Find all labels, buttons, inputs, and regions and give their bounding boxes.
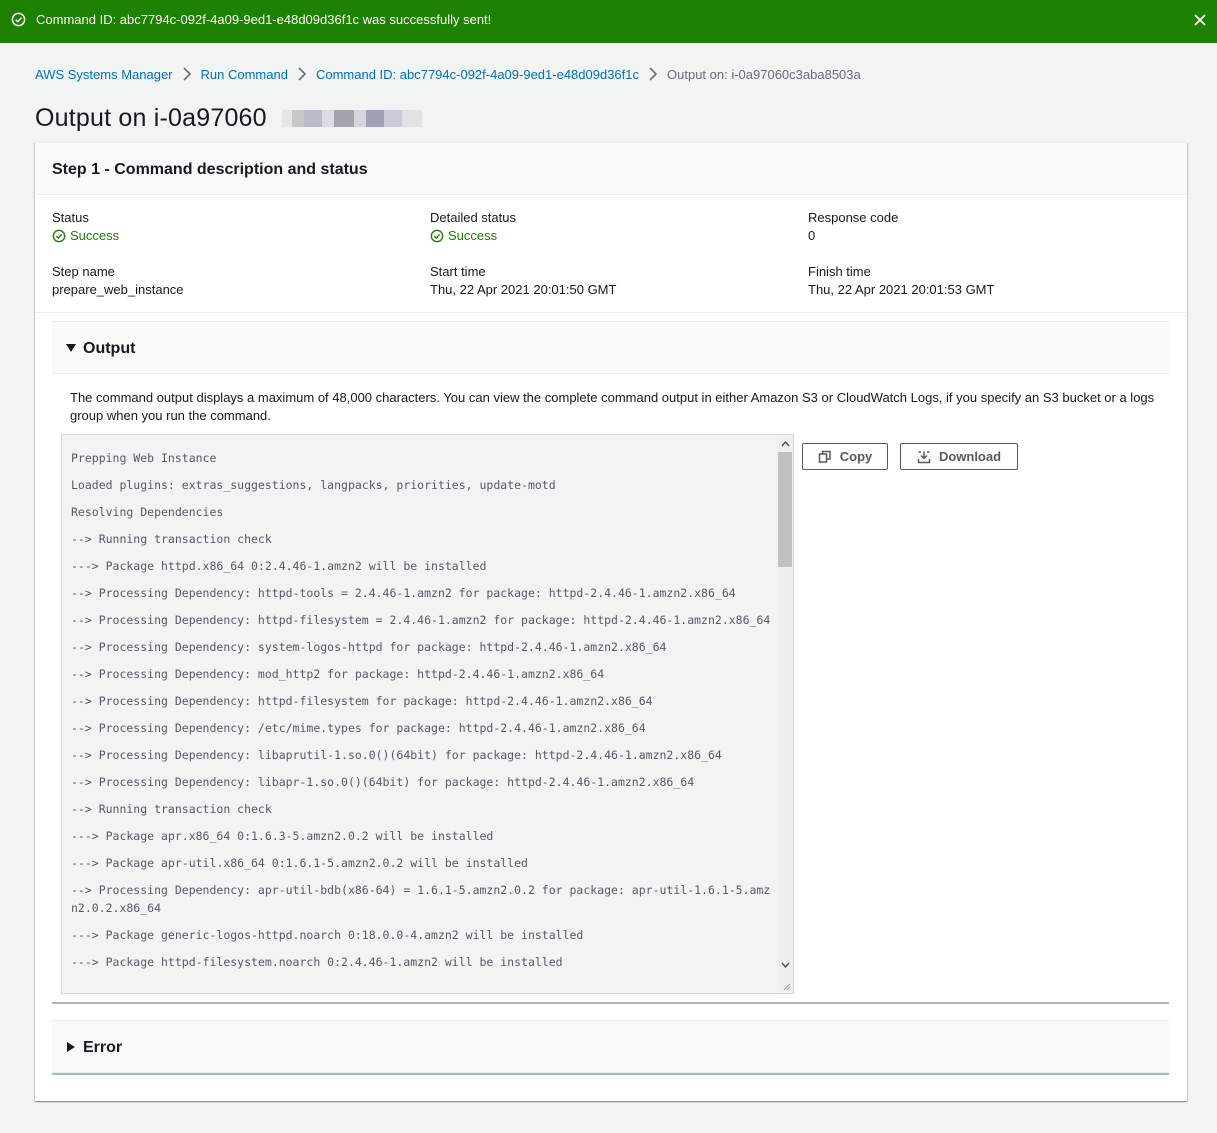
output-console[interactable]: Prepping Web Instance Loaded plugins: ext… bbox=[61, 434, 794, 994]
page-title: Output on i-0a97060 bbox=[35, 104, 267, 132]
error-toggle[interactable]: Error bbox=[52, 1021, 1169, 1073]
console-lines: Prepping Web Instance Loaded plugins: ext… bbox=[71, 449, 771, 980]
console-line: Prepping Web Instance bbox=[71, 451, 217, 465]
step-title: Step 1 - Command description and status bbox=[52, 161, 368, 178]
console-line: Loaded plugins: extras_suggestions, lang… bbox=[71, 478, 556, 492]
console-line: --> Running transaction check bbox=[71, 532, 272, 546]
console-line: ---> Package apr-util.x86_64 0:1.6.1-5.a… bbox=[71, 856, 528, 870]
download-label: Download bbox=[938, 449, 1002, 464]
resize-grip-icon[interactable] bbox=[783, 983, 791, 991]
console-line: --> Processing Dependency: httpd-tools =… bbox=[71, 586, 736, 600]
step-name-field: Step name prepare_web_instance bbox=[52, 263, 184, 298]
download-button[interactable]: Download bbox=[900, 443, 1018, 470]
check-circle-icon bbox=[430, 229, 444, 242]
start-time-field: Start time Thu, 22 Apr 2021 20:01:50 GMT bbox=[430, 263, 616, 298]
detailed-status-text: Success bbox=[448, 228, 498, 243]
error-section: Error bbox=[52, 1020, 1169, 1075]
response-code-label: Response code bbox=[808, 210, 899, 225]
chevron-right-icon bbox=[182, 67, 191, 81]
error-title: Error bbox=[83, 1039, 123, 1056]
flash-message: Command ID: abc7794c-092f-4a09-9ed1-e48d… bbox=[36, 12, 492, 27]
breadcrumb-current: Output on: i-0a97060c3aba8503a bbox=[667, 66, 861, 82]
detailed-status-value: Success bbox=[430, 227, 516, 244]
console-line: --> Processing Dependency: httpd-filesys… bbox=[71, 613, 771, 627]
response-code-field: Response code 0 bbox=[808, 209, 898, 244]
finish-time-value: Thu, 22 Apr 2021 20:01:53 GMT bbox=[808, 282, 995, 297]
scrollbar-thumb[interactable] bbox=[778, 452, 792, 567]
console-line: ---> Package generic-logos-httpd.noarch … bbox=[71, 928, 584, 942]
console-line: --> Processing Dependency: mod_http2 for… bbox=[71, 667, 605, 681]
console-line: ---> Package httpd-filesystem.noarch 0:2… bbox=[71, 955, 563, 969]
check-circle-icon bbox=[52, 229, 66, 242]
console-line: ---> Package httpd.x86_64 0:2.4.46-1.amz… bbox=[71, 559, 487, 573]
redacted-text bbox=[282, 110, 422, 127]
caret-right-icon bbox=[67, 1042, 75, 1052]
copy-label: Copy bbox=[839, 449, 873, 464]
step-name-label: Step name bbox=[52, 264, 115, 279]
chevron-right-icon bbox=[649, 67, 658, 81]
step-header: Step 1 - Command description and status bbox=[35, 143, 1187, 195]
copy-button[interactable]: Copy bbox=[802, 443, 888, 470]
console-line: ---> Package apr.x86_64 0:1.6.3-5.amzn2.… bbox=[71, 829, 494, 843]
start-time-label: Start time bbox=[430, 264, 486, 279]
scrollbar[interactable] bbox=[777, 435, 793, 993]
breadcrumb-run-command[interactable]: Run Command bbox=[201, 67, 288, 82]
output-note: The command output displays a maximum of… bbox=[70, 390, 1155, 423]
console-line: --> Processing Dependency: httpd-filesys… bbox=[71, 694, 653, 708]
console-line: --> Processing Dependency: libaprutil-1.… bbox=[71, 748, 722, 762]
console-line: --> Processing Dependency: apr-util-bdb(… bbox=[71, 883, 771, 915]
breadcrumb-command-id[interactable]: Command ID: abc7794c-092f-4a09-9ed1-e48d… bbox=[316, 67, 639, 82]
chevron-right-icon bbox=[298, 67, 307, 81]
success-flash-banner: Command ID: abc7794c-092f-4a09-9ed1-e48d… bbox=[0, 0, 1217, 43]
detailed-status-field: Detailed status Success bbox=[430, 209, 516, 244]
output-toggle[interactable]: Output bbox=[52, 322, 1169, 374]
status-text: Success bbox=[70, 228, 120, 243]
console-line: --> Processing Dependency: /etc/mime.typ… bbox=[71, 721, 646, 735]
status-label: Status bbox=[52, 210, 89, 225]
section-divider bbox=[35, 312, 1187, 313]
step-container: Step 1 - Command description and status … bbox=[35, 142, 1187, 1101]
console-line: --> Processing Dependency: system-logos-… bbox=[71, 640, 667, 654]
caret-down-icon bbox=[66, 344, 76, 352]
check-circle-icon bbox=[11, 12, 26, 27]
console-line: Resolving Dependencies bbox=[71, 505, 224, 519]
close-icon[interactable] bbox=[1192, 12, 1208, 28]
console-line: --> Running transaction check bbox=[71, 802, 272, 816]
breadcrumb: AWS Systems Manager Run Command Command … bbox=[35, 65, 861, 83]
step-name-value: prepare_web_instance bbox=[52, 282, 184, 297]
copy-icon bbox=[818, 450, 831, 463]
scroll-up-icon[interactable] bbox=[781, 440, 790, 448]
finish-time-field: Finish time Thu, 22 Apr 2021 20:01:53 GM… bbox=[808, 263, 994, 298]
console-line: --> Processing Dependency: libapr-1.so.0… bbox=[71, 775, 695, 789]
download-icon bbox=[917, 450, 931, 463]
status-field: Status Success bbox=[52, 209, 119, 244]
breadcrumb-systems-manager[interactable]: AWS Systems Manager bbox=[35, 67, 173, 82]
scroll-down-icon[interactable] bbox=[781, 961, 790, 969]
output-title: Output bbox=[83, 340, 136, 357]
finish-time-label: Finish time bbox=[808, 264, 871, 279]
output-section: Output The command output displays a max… bbox=[52, 321, 1169, 1004]
response-code-value: 0 bbox=[808, 228, 816, 243]
detailed-status-label: Detailed status bbox=[430, 210, 516, 225]
status-value: Success bbox=[52, 227, 119, 244]
start-time-value: Thu, 22 Apr 2021 20:01:50 GMT bbox=[430, 282, 617, 297]
